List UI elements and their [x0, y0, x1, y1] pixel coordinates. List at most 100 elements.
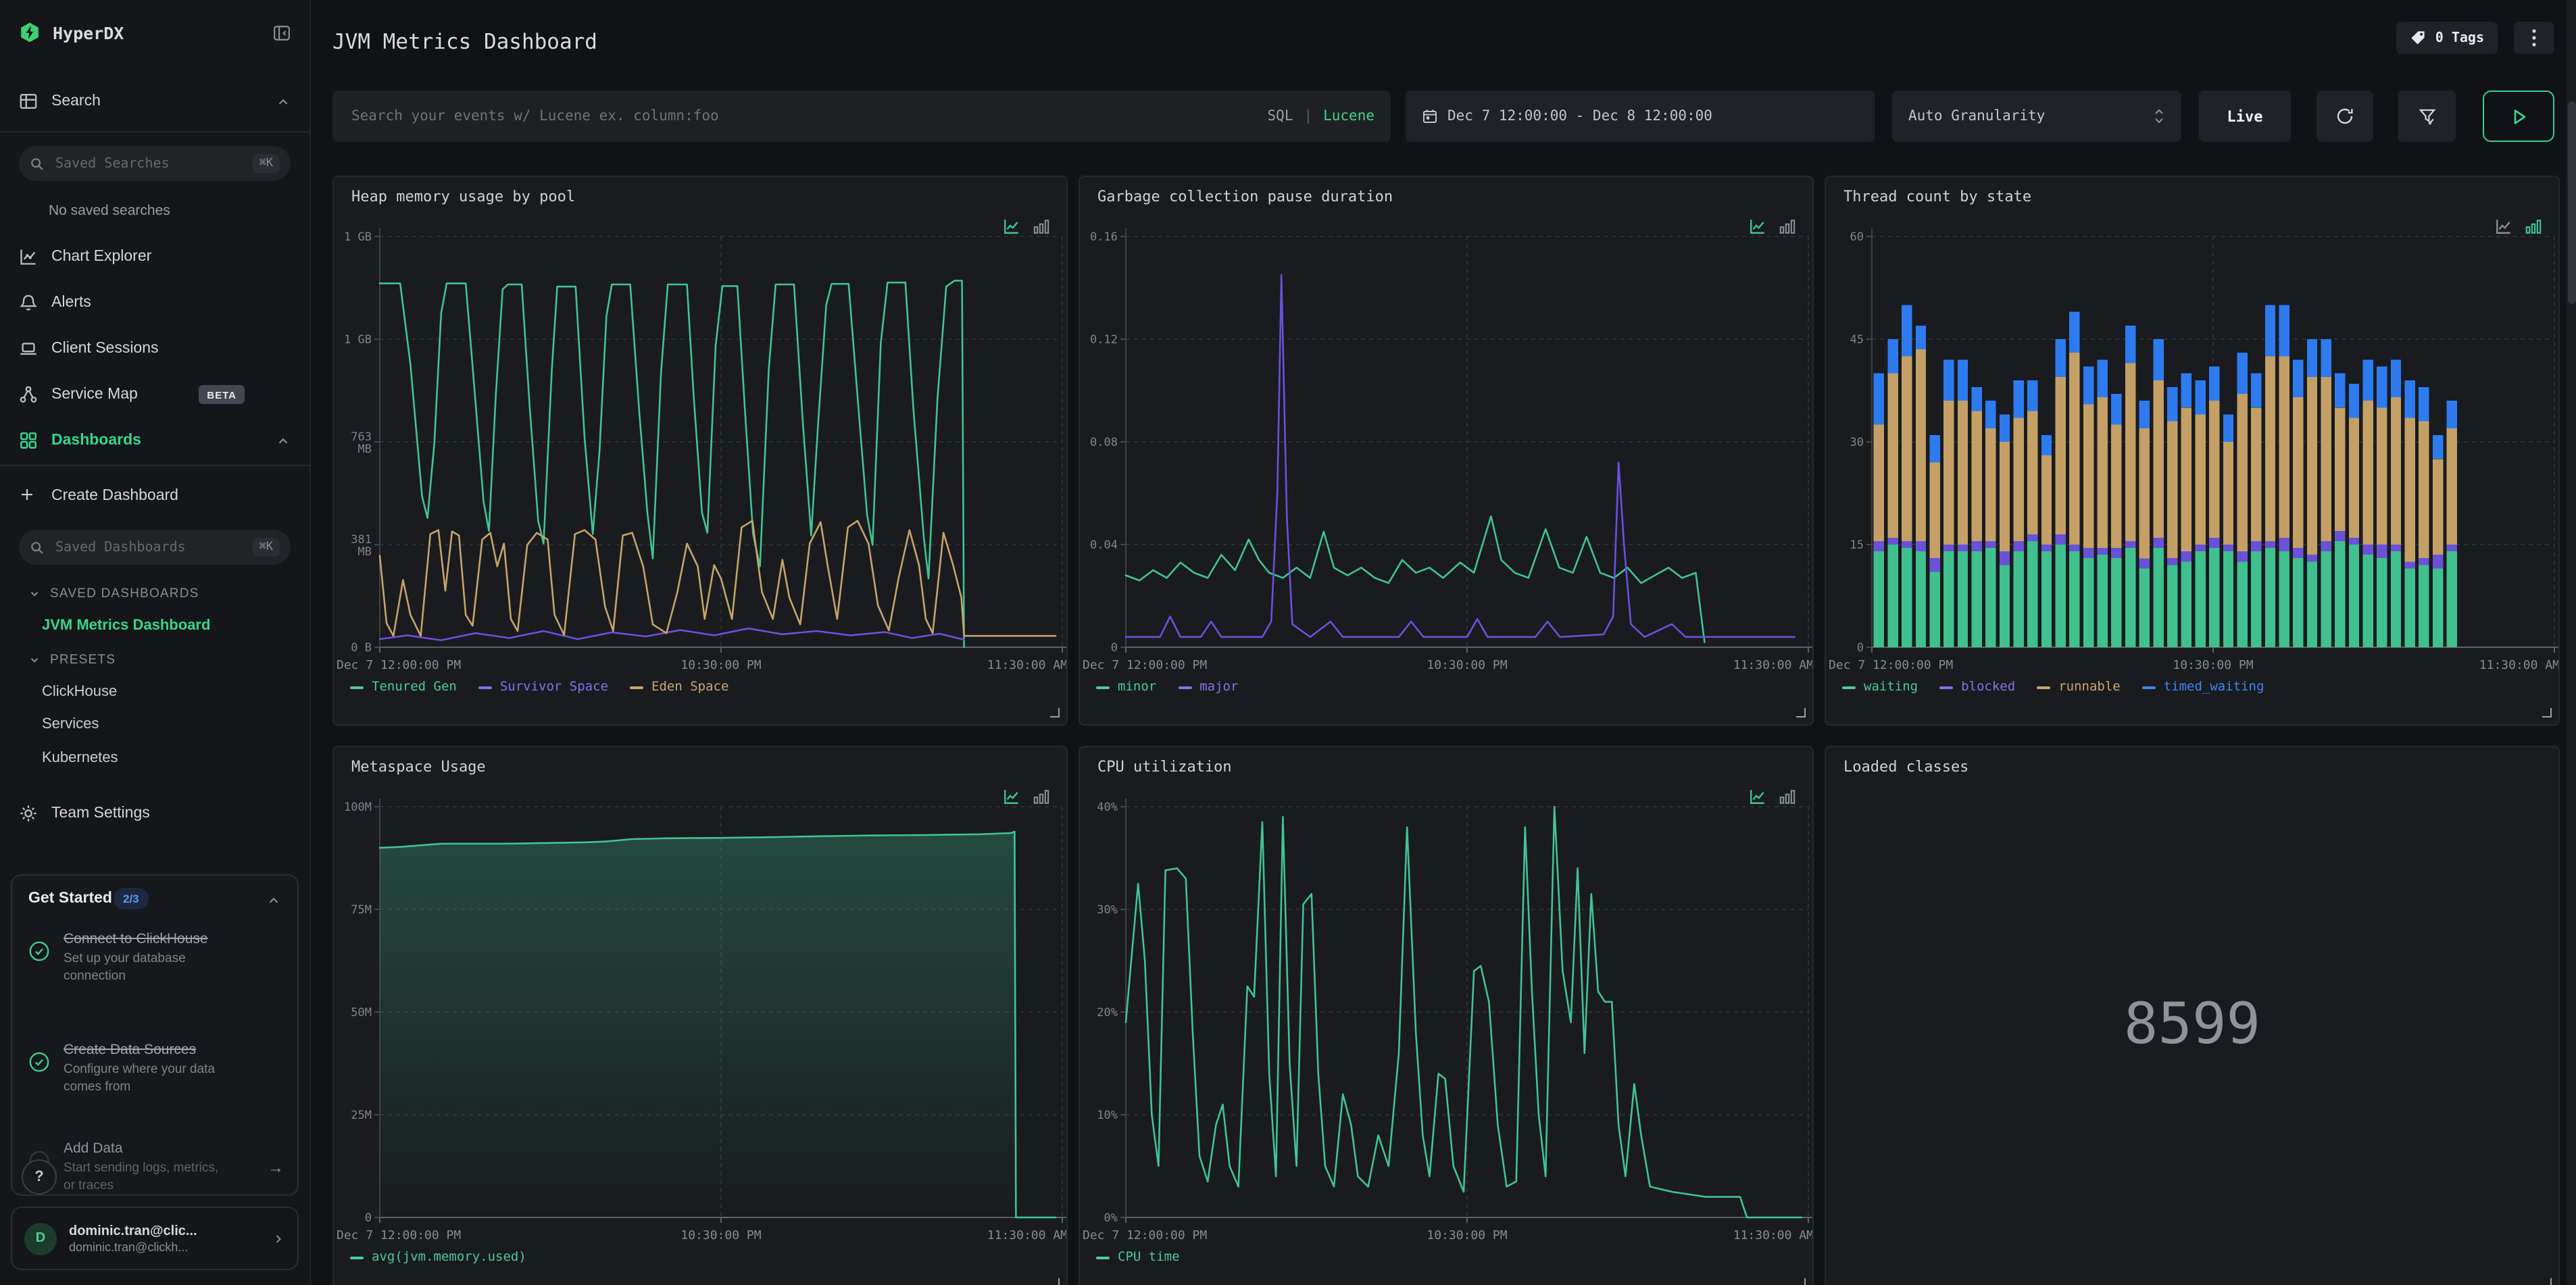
legend-item[interactable]: Tenured Gen	[350, 680, 457, 695]
help-button[interactable]: ?	[22, 1159, 57, 1194]
saved-dashboards-input[interactable]	[53, 538, 245, 556]
live-button[interactable]: Live	[2199, 91, 2291, 142]
chevron-down-icon	[30, 592, 39, 597]
filter-button[interactable]	[2398, 91, 2456, 142]
legend-item[interactable]: waiting	[1842, 680, 1918, 695]
svg-text:25M: 25M	[351, 1109, 372, 1122]
chevron-up-icon[interactable]	[266, 893, 281, 908]
user-menu[interactable]: D dominic.tran@clic... dominic.tran@clic…	[11, 1207, 299, 1270]
svg-text:0: 0	[1857, 641, 1864, 655]
legend-item[interactable]: major	[1178, 680, 1238, 695]
svg-text:10:30:00 PM: 10:30:00 PM	[680, 658, 761, 672]
page-title: JVM Metrics Dashboard	[332, 30, 597, 54]
panel-cpu: CPU utilization 40% 30% 20% 10% 0% Dec 7 12:00…	[1079, 746, 1814, 1285]
task-title: Add Data	[64, 1140, 123, 1157]
line-chart-icon[interactable]	[1749, 218, 1766, 235]
shortcut-badge: ⌘K	[252, 154, 280, 173]
presets-section-header[interactable]: PRESETS	[28, 653, 116, 667]
chart-type-toggle	[1749, 788, 1796, 805]
select-chevrons-icon	[2155, 109, 2163, 124]
legend-item[interactable]: Eden Space	[630, 680, 728, 695]
granularity-value: Auto Granularity	[1908, 108, 2046, 124]
panel-menu-button[interactable]	[2514, 22, 2554, 54]
sidebar-item-team-settings[interactable]: Team Settings	[11, 796, 299, 831]
bar-chart-icon[interactable]	[2525, 218, 2542, 235]
legend-item[interactable]: CPU time	[1096, 1250, 1180, 1265]
panel-title: Metaspace Usage	[351, 758, 486, 776]
refresh-button[interactable]	[2317, 91, 2373, 142]
svg-text:75M: 75M	[351, 903, 372, 917]
sidebar-item-chart-explorer[interactable]: Chart Explorer	[11, 239, 299, 274]
preset-item-services[interactable]: Services	[42, 716, 99, 732]
chart-legend: Tenured Gen Survivor Space Eden Space	[350, 680, 728, 695]
brand-name: HyperDX	[53, 22, 124, 43]
panel-resize-handle[interactable]	[1796, 1278, 1806, 1285]
svg-text:0: 0	[365, 1211, 372, 1225]
panel-resize-handle[interactable]	[1050, 708, 1060, 717]
svg-text:1 GB: 1 GB	[344, 333, 372, 347]
line-chart-icon[interactable]	[1003, 788, 1020, 805]
chart-plot-metaspace: 100M 75M 50M 25M 0 Dec 7 12:00:00 PM 10:30:00 …	[337, 799, 1066, 1242]
chevron-right-icon	[276, 1234, 281, 1242]
legend-item[interactable]: avg(jvm.memory.used)	[350, 1250, 526, 1265]
saved-dashboards-section-header[interactable]: SAVED DASHBOARDS	[28, 586, 199, 601]
svg-text:0 B: 0 B	[351, 641, 372, 655]
bar-chart-icon[interactable]	[1779, 218, 1796, 235]
panel-threads: Thread count by state 60 45 30 15 0 Dec 7 12:0…	[1825, 176, 2560, 726]
legend-item[interactable]: runnable	[2037, 680, 2121, 695]
tags-button[interactable]: 0 Tags	[2396, 22, 2498, 54]
run-query-button[interactable]	[2483, 91, 2554, 142]
panel-resize-handle[interactable]	[2542, 1278, 2552, 1285]
beta-badge: BETA	[199, 385, 245, 404]
brand-row: HyperDX	[19, 16, 291, 49]
get-started-item-connect[interactable]: Connect to ClickHouse Set up your databa…	[28, 930, 284, 986]
divider	[0, 465, 309, 466]
preset-item-kubernetes[interactable]: Kubernetes	[42, 750, 118, 766]
preset-item-clickhouse[interactable]: ClickHouse	[42, 684, 117, 700]
saved-dashboards-search[interactable]: ⌘K	[19, 530, 291, 565]
lucene-toggle[interactable]: Lucene	[1323, 108, 1374, 124]
legend-item[interactable]: minor	[1096, 680, 1156, 695]
panel-title: CPU utilization	[1097, 758, 1232, 776]
sidebar-item-alerts[interactable]: Alerts	[11, 285, 299, 320]
date-range-picker[interactable]: Dec 7 12:00:00 - Dec 8 12:00:00	[1406, 91, 1875, 142]
saved-searches-input[interactable]	[53, 155, 245, 172]
sidebar-item-dashboards[interactable]: Dashboards	[11, 423, 299, 458]
no-saved-searches-text: No saved searches	[49, 203, 170, 219]
sql-toggle[interactable]: SQL	[1268, 108, 1293, 124]
bar-chart-icon[interactable]	[1779, 788, 1796, 805]
panel-resize-handle[interactable]	[1050, 1278, 1060, 1285]
sidebar-item-search[interactable]: Search	[11, 84, 299, 119]
scrollbar-thumb[interactable]	[2567, 101, 2575, 304]
chart-legend: CPU time	[1096, 1250, 1180, 1265]
chart-plot-gc: 0.16 0.12 0.08 0.04 0 Dec 7 12:00:00 PM 10:30:…	[1083, 228, 1812, 672]
get-started-item-sources[interactable]: Create Data Sources Configure where your…	[28, 1040, 284, 1097]
line-chart-icon[interactable]	[2495, 218, 2512, 235]
line-chart-icon[interactable]	[1003, 218, 1020, 235]
svg-text:10:30:00 PM: 10:30:00 PM	[1427, 658, 1507, 672]
granularity-select[interactable]: Auto Granularity	[1892, 91, 2181, 142]
collapse-sidebar-icon[interactable]	[273, 24, 291, 41]
chart-type-toggle	[1003, 788, 1050, 805]
query-toolbar: SQL | Lucene Dec 7 12:00:00 - Dec 8 12:0…	[332, 91, 2554, 142]
legend-item[interactable]: timed_waiting	[2141, 680, 2264, 695]
scrollbar-track[interactable]	[2567, 0, 2576, 1285]
legend-item[interactable]: blocked	[1939, 680, 2015, 695]
panel-resize-handle[interactable]	[2542, 708, 2552, 717]
event-search-input[interactable]	[349, 107, 1254, 126]
create-dashboard-button[interactable]: Create Dashboard	[11, 478, 299, 513]
user-name: dominic.tran@clic...	[69, 1224, 197, 1238]
sidebar-item-client-sessions[interactable]: Client Sessions	[11, 331, 299, 366]
legend-item[interactable]: Survivor Space	[478, 680, 608, 695]
panel-resize-handle[interactable]	[1796, 708, 1806, 717]
sidebar-item-service-map[interactable]: Service Map BETA	[11, 377, 299, 412]
sidebar-item-label: Team Settings	[51, 805, 150, 822]
bar-chart-icon[interactable]	[1033, 788, 1050, 805]
saved-dashboard-item[interactable]: JVM Metrics Dashboard	[42, 618, 210, 634]
main-content: JVM Metrics Dashboard 0 Tags SQL | Lucen…	[309, 0, 2576, 1285]
bar-chart-icon[interactable]	[1033, 218, 1050, 235]
line-chart-icon[interactable]	[1749, 788, 1766, 805]
saved-searches-search[interactable]: ⌘K	[19, 146, 291, 181]
task-title: Create Data Sources	[64, 1042, 197, 1058]
get-started-item-add-data[interactable]: Add Data Start sending logs, metrics, or…	[28, 1139, 284, 1196]
